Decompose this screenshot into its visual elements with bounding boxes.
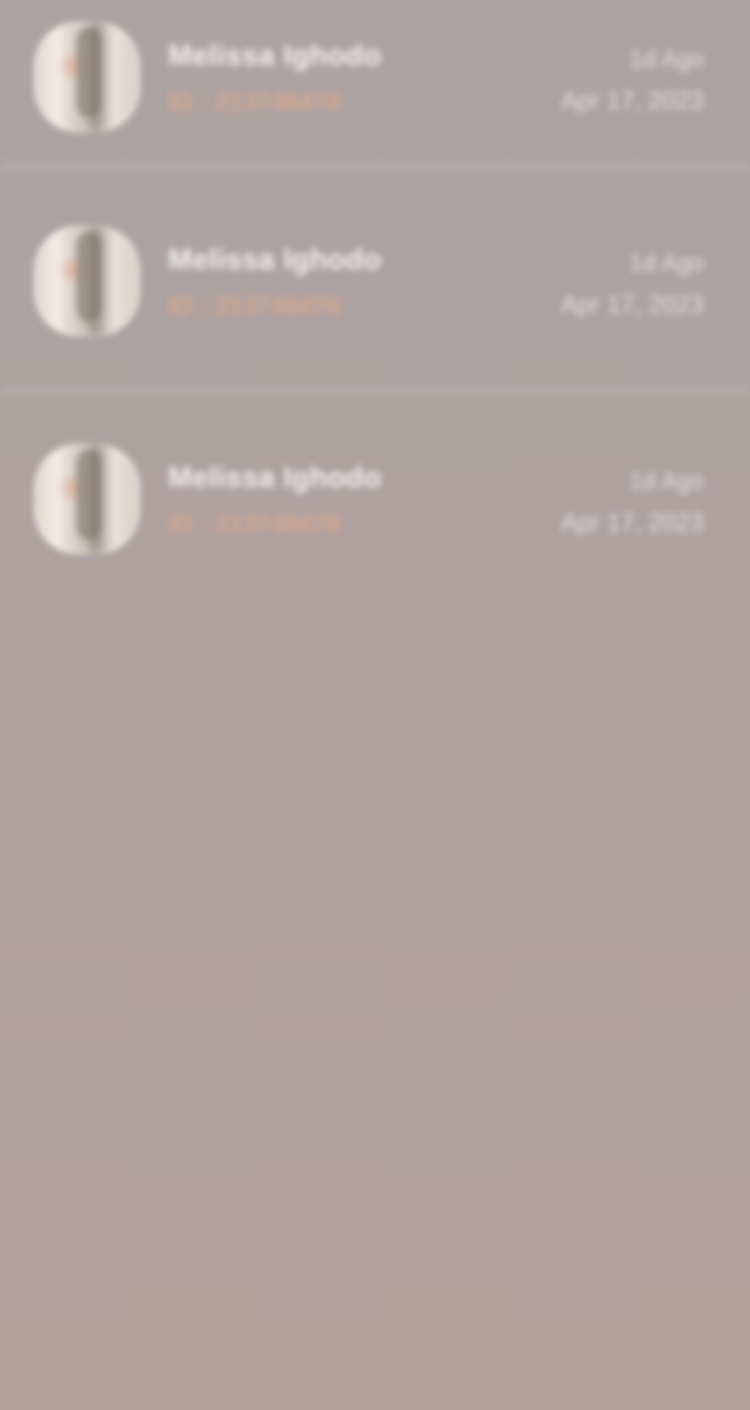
row-divider (0, 160, 750, 174)
contact-name: Melissa Ighodo (168, 462, 382, 494)
list-item[interactable]: Melissa Ighodo ID : 213748478 1d Ago Apr… (0, 204, 750, 354)
contact-id: ID : 213748478 (168, 88, 341, 116)
avatar (34, 226, 140, 336)
contact-id: ID : 213748478 (168, 292, 341, 320)
contact-name: Melissa Ighodo (168, 244, 382, 276)
contact-id: ID : 213748478 (168, 510, 341, 538)
list-item[interactable]: Melissa Ighodo ID : 213748478 1d Ago Apr… (0, 0, 750, 150)
message-date: Apr 17, 2023 (560, 87, 704, 115)
avatar (34, 444, 140, 554)
row-divider (0, 384, 750, 398)
list-item[interactable]: Melissa Ighodo ID : 213748478 1d Ago Apr… (0, 422, 750, 572)
message-date: Apr 17, 2023 (560, 509, 704, 537)
avatar (34, 22, 140, 132)
contact-name: Melissa Ighodo (168, 40, 382, 72)
relative-time: 1d Ago (629, 468, 704, 495)
relative-time: 1d Ago (629, 46, 704, 73)
message-date: Apr 17, 2023 (560, 291, 704, 319)
relative-time: 1d Ago (629, 250, 704, 277)
